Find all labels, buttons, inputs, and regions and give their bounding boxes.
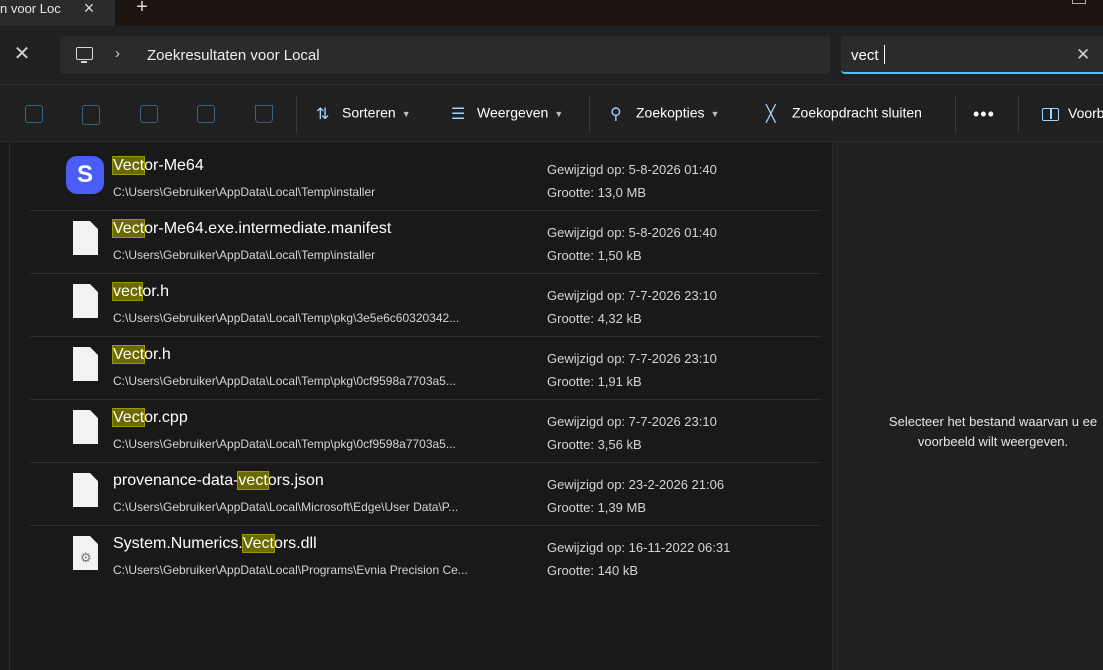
modified-date: Gewijzigd op: 16-11-2022 06:31 <box>547 540 731 555</box>
modified-date: Gewijzigd op: 7-7-2026 23:10 <box>547 351 717 366</box>
preview-message-line: Selecteer het bestand waarvan u ee <box>888 414 1098 429</box>
file-path: C:\Users\Gebruiker\AppData\Local\Temp\pk… <box>113 437 456 451</box>
share-icon[interactable] <box>197 105 215 123</box>
list-item[interactable]: S Vector-Me64 C:\Users\Gebruiker\AppData… <box>30 148 822 211</box>
delete-icon[interactable] <box>255 105 273 123</box>
title-bar: n voor Loc × + <box>0 0 1103 26</box>
file-path: C:\Users\Gebruiker\AppData\Local\Temp\in… <box>113 185 376 199</box>
paste-icon[interactable] <box>82 105 100 125</box>
file-icon <box>70 347 98 381</box>
modified-date: Gewijzigd op: 23-2-2026 21:06 <box>547 477 725 492</box>
copy-icon[interactable] <box>25 105 43 123</box>
file-size: Grootte: 4,32 kB <box>547 311 642 326</box>
file-size: Grootte: 1,50 kB <box>547 248 642 263</box>
close-search-button[interactable]: ╳ Zoekopdracht sluiten <box>766 104 922 126</box>
file-path: C:\Users\Gebruiker\AppData\Local\Temp\pk… <box>113 311 460 325</box>
view-label: Weergeven <box>477 104 549 121</box>
view-icon: ☰ <box>451 106 466 123</box>
preview-pane: Selecteer het bestand waarvan u ee voorb… <box>832 142 1103 670</box>
list-item[interactable]: ⚙ System.Numerics.Vectors.dll C:\Users\G… <box>30 526 822 589</box>
modified-date: Gewijzigd op: 7-7-2026 23:10 <box>547 414 717 429</box>
stop-loading-icon[interactable]: ✕ <box>12 44 32 64</box>
list-item[interactable]: Vector.cpp C:\Users\Gebruiker\AppData\Lo… <box>30 400 822 463</box>
file-icon <box>70 221 98 255</box>
file-size: Grootte: 3,56 kB <box>547 437 642 452</box>
list-item[interactable]: provenance-data-vectors.json C:\Users\Ge… <box>30 463 822 526</box>
modified-date: Gewijzigd op: 5-8-2026 01:40 <box>547 162 717 177</box>
dll-icon: ⚙ <box>70 536 98 570</box>
file-path: C:\Users\Gebruiker\AppData\Local\Microso… <box>113 500 459 514</box>
file-name: provenance-data-vectors.json <box>113 471 324 490</box>
close-icon: ╳ <box>766 106 776 123</box>
text-caret <box>884 45 885 64</box>
search-options-label: Zoekopties <box>636 104 705 121</box>
modified-date: Gewijzigd op: 5-8-2026 01:40 <box>547 225 717 240</box>
search-results-list: S Vector-Me64 C:\Users\Gebruiker\AppData… <box>30 148 822 589</box>
more-options-button[interactable]: ••• <box>973 104 995 125</box>
file-name: Vector.cpp <box>111 408 188 427</box>
this-pc-icon <box>76 47 93 63</box>
divider <box>1018 95 1019 133</box>
file-name: Vector-Me64 <box>111 156 204 175</box>
file-icon <box>70 284 98 318</box>
sort-label: Sorteren <box>342 104 396 121</box>
file-size: Grootte: 140 kB <box>547 563 639 578</box>
preview-message-line: voorbeeld wilt weergeven. <box>917 434 1069 449</box>
divider <box>296 95 297 133</box>
file-name: System.Numerics.Vectors.dll <box>113 534 317 553</box>
chevron-right-icon[interactable]: › <box>115 45 120 62</box>
navigation-pane-edge <box>0 142 10 670</box>
search-options-button[interactable]: ⚲ Zoekopties ▼ <box>610 104 719 126</box>
app-icon: S <box>66 156 104 194</box>
plus-icon[interactable]: + <box>134 0 150 17</box>
search-options-icon: ⚲ <box>610 106 622 123</box>
divider <box>589 95 590 133</box>
file-icon <box>70 473 98 507</box>
preview-pane-button[interactable]: Voorb <box>1042 105 1103 121</box>
breadcrumb[interactable]: Zoekresultaten voor Local <box>147 47 320 64</box>
close-icon[interactable]: × <box>80 0 98 18</box>
modified-date: Gewijzigd op: 7-7-2026 23:10 <box>547 288 717 303</box>
chevron-down-icon: ▼ <box>554 109 564 119</box>
chevron-down-icon: ▼ <box>710 109 720 119</box>
file-path: C:\Users\Gebruiker\AppData\Local\Temp\pk… <box>113 374 456 388</box>
preview-pane-icon <box>1042 107 1059 121</box>
list-item[interactable]: Vector-Me64.exe.intermediate.manifest C:… <box>30 211 822 274</box>
file-size: Grootte: 13,0 MB <box>547 185 646 200</box>
file-size: Grootte: 1,91 kB <box>547 374 642 389</box>
rename-icon[interactable] <box>140 105 158 123</box>
preview-label: Voorb <box>1068 105 1103 121</box>
file-path: C:\Users\Gebruiker\AppData\Local\Program… <box>113 563 468 577</box>
divider <box>955 95 956 133</box>
chevron-down-icon: ▼ <box>401 109 411 119</box>
list-item[interactable]: vector.h C:\Users\Gebruiker\AppData\Loca… <box>30 274 822 337</box>
command-bar: ⇅ Sorteren ▼ ☰ Weergeven ▼ ⚲ Zoekopties ▼ ╳ Zoe… <box>0 84 1103 142</box>
file-name: Vector.h <box>111 345 171 364</box>
close-icon[interactable]: ✕ <box>1076 45 1090 65</box>
address-row: ✕ › Zoekresultaten voor Local ✕ <box>0 26 1103 84</box>
window-control-icon[interactable] <box>1072 0 1086 4</box>
search-box[interactable]: ✕ <box>841 36 1103 74</box>
tab-search-results[interactable]: n voor Loc × <box>0 0 115 26</box>
sort-button[interactable]: ⇅ Sorteren ▼ <box>316 104 411 126</box>
file-path: C:\Users\Gebruiker\AppData\Local\Temp\in… <box>113 248 376 262</box>
close-search-label: Zoekopdracht sluiten <box>792 104 922 121</box>
file-name: Vector-Me64.exe.intermediate.manifest <box>111 219 392 238</box>
file-name: vector.h <box>111 282 170 301</box>
view-button[interactable]: ☰ Weergeven ▼ <box>451 104 563 126</box>
file-size: Grootte: 1,39 MB <box>547 500 646 515</box>
file-icon <box>70 410 98 444</box>
preview-message: Selecteer het bestand waarvan u ee voorb… <box>863 412 1103 452</box>
sort-icon: ⇅ <box>316 106 330 123</box>
tab-title: n voor Loc <box>0 1 61 16</box>
address-bar[interactable]: › Zoekresultaten voor Local <box>60 36 830 74</box>
list-item[interactable]: Vector.h C:\Users\Gebruiker\AppData\Loca… <box>30 337 822 400</box>
